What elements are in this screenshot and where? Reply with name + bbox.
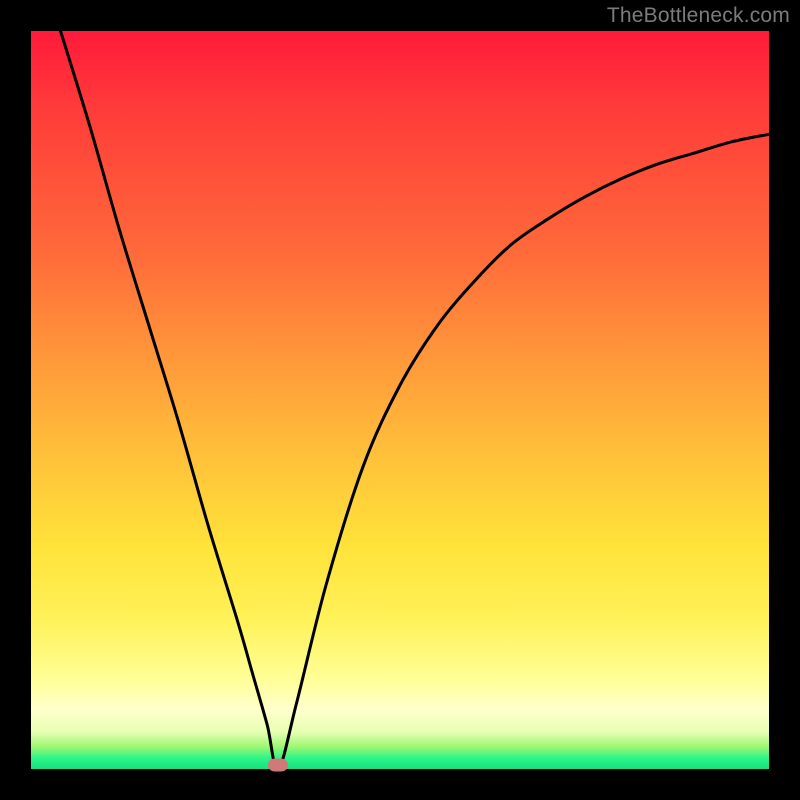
bottleneck-curve: [31, 31, 769, 769]
plot-area: [31, 31, 769, 769]
optimum-marker: [268, 759, 288, 772]
watermark-text: TheBottleneck.com: [607, 4, 790, 28]
chart-frame: TheBottleneck.com: [0, 0, 800, 800]
